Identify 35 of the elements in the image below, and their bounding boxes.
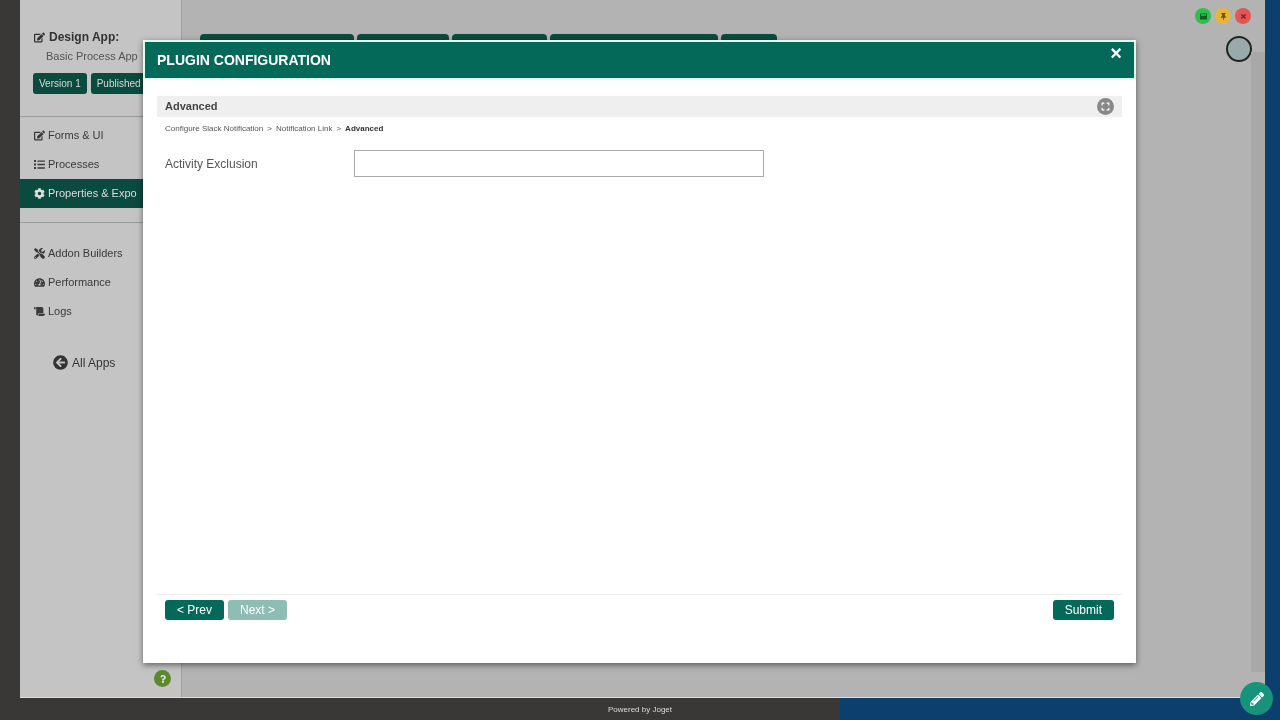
breadcrumb-separator: > (267, 123, 272, 135)
footer-text: Powered by Joget (607, 703, 672, 716)
input-field[interactable] (354, 150, 764, 177)
question-icon (158, 674, 167, 683)
window-maximize-button[interactable] (1195, 8, 1211, 24)
breadcrumb-separator: > (336, 123, 342, 135)
field-label: Activity Exclusion (165, 155, 259, 173)
tools-icon (34, 247, 45, 259)
nav-button[interactable]: < Prev (165, 600, 224, 620)
expand-icon (1101, 102, 1110, 111)
breadcrumb-item[interactable]: Configure Slack Notification (165, 123, 264, 135)
help-button[interactable] (154, 670, 171, 687)
edit-icon (34, 31, 45, 43)
pin-button[interactable] (1215, 8, 1231, 24)
gauge-icon (34, 276, 45, 288)
back-arrow-icon (53, 355, 68, 370)
pin-icon (1219, 12, 1227, 20)
modal-title: PLUGIN CONFIGURATION (157, 50, 331, 70)
submit-button[interactable]: Submit (1052, 600, 1114, 620)
gear-icon (34, 187, 45, 199)
breadcrumb-item: Advanced (345, 123, 384, 135)
pencil-icon (1249, 691, 1264, 706)
close-button[interactable]: × (1110, 43, 1122, 63)
sidebar-heading: Design App: (49, 29, 120, 46)
window-close-button[interactable] (1235, 8, 1251, 24)
avatar[interactable] (1226, 36, 1252, 62)
breadcrumb-item[interactable]: Notification Link (275, 123, 333, 135)
close-icon (1239, 12, 1247, 20)
section-title: Advanced (165, 99, 218, 115)
version-badge: Version 1 (33, 72, 87, 94)
edit-icon (34, 129, 45, 141)
scroll-icon (34, 305, 45, 317)
fullscreen-button[interactable] (1097, 98, 1114, 115)
list-icon (34, 158, 45, 170)
window-icon (1199, 12, 1207, 20)
